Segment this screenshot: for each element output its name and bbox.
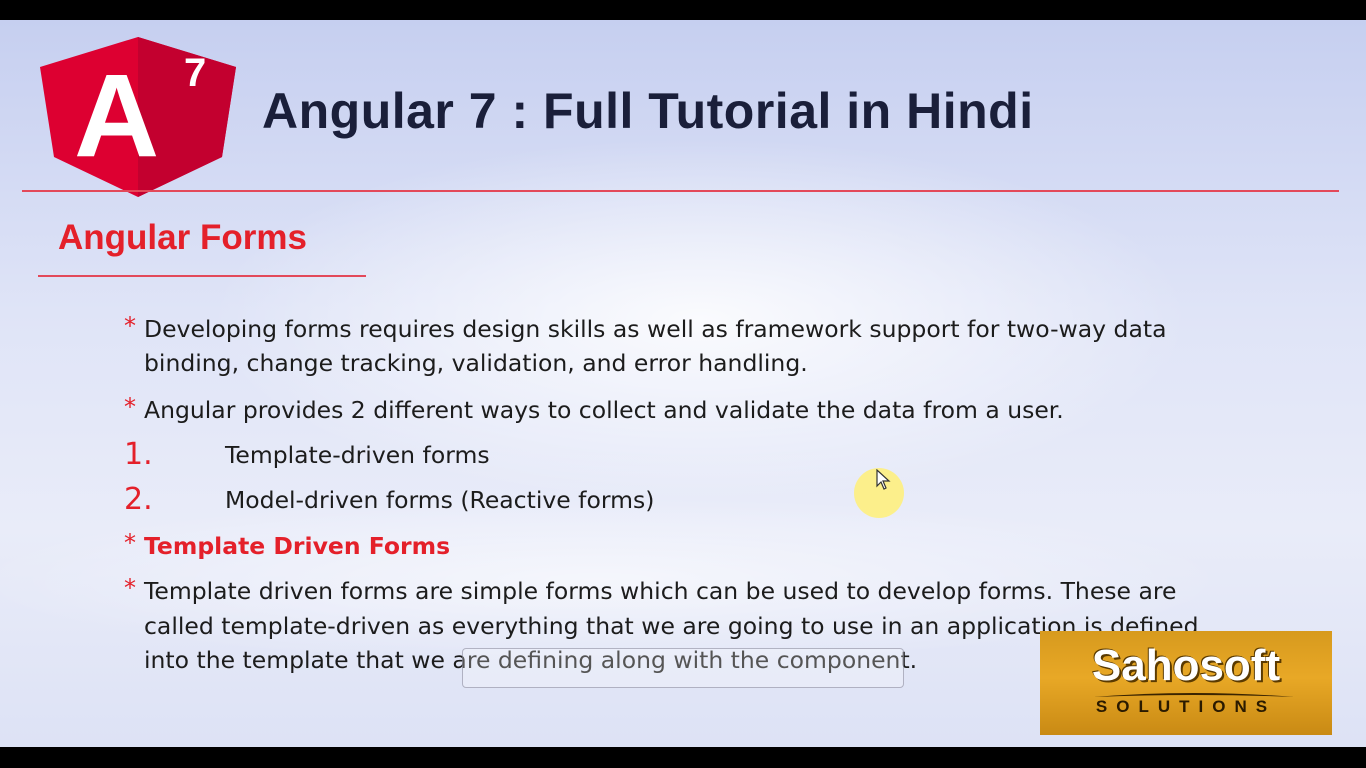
- caption-box: [462, 648, 904, 688]
- list-item: Model-driven forms (Reactive forms): [225, 486, 655, 514]
- bullet-marker: *: [124, 574, 136, 602]
- angular-logo-icon: A 7: [38, 37, 238, 197]
- slide: A 7 Angular 7 : Full Tutorial in Hindi A…: [0, 20, 1366, 747]
- paragraph-line-1: Template driven forms are simple forms w…: [144, 577, 1177, 605]
- brand-name: Sahosoft: [1091, 641, 1281, 690]
- section-title: Angular Forms: [58, 218, 307, 257]
- bullet-1-line-1: Developing forms requires design skills …: [144, 315, 1167, 343]
- bullet-marker: *: [124, 393, 136, 421]
- list-number: 1.: [124, 437, 153, 472]
- logo-version: 7: [184, 51, 207, 95]
- page-title: Angular 7 : Full Tutorial in Hindi: [262, 83, 1034, 139]
- list-item: Template-driven forms: [225, 441, 490, 469]
- bullet-marker: *: [124, 312, 136, 340]
- header-divider: [22, 190, 1339, 192]
- subheading: Template Driven Forms: [144, 532, 451, 560]
- section-divider: [38, 275, 366, 277]
- bullet-1-line-2: binding, change tracking, validation, an…: [144, 349, 808, 377]
- bullet-2-line-1: Angular provides 2 different ways to col…: [144, 396, 1064, 424]
- list-number: 2.: [124, 482, 153, 517]
- cursor-arrow-icon: [876, 469, 891, 490]
- brand-tagline: SOLUTIONS: [1095, 697, 1277, 716]
- bullet-marker: *: [124, 529, 136, 557]
- brand-logo: Sahosoft SOLUTIONS: [1040, 631, 1332, 735]
- logo-letter: A: [74, 50, 160, 182]
